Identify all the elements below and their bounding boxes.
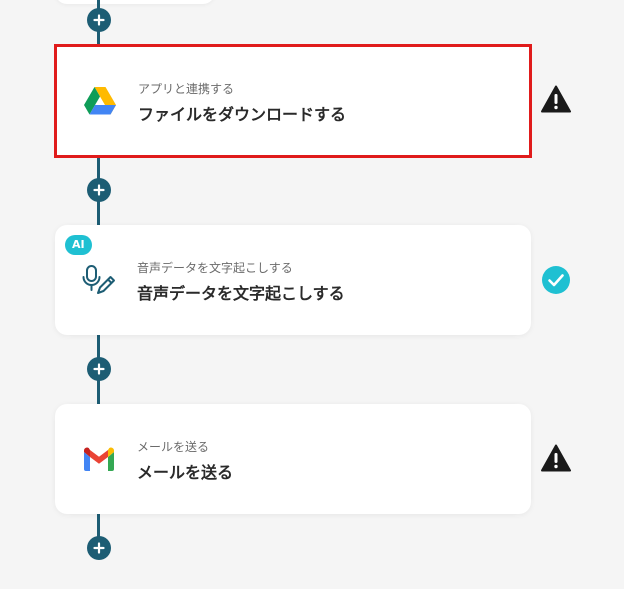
plus-icon bbox=[93, 363, 105, 375]
google-drive-icon bbox=[82, 85, 118, 117]
plus-icon bbox=[93, 14, 105, 26]
step-title: 音声データを文字起こしする bbox=[137, 284, 345, 303]
plus-icon bbox=[93, 542, 105, 554]
ai-badge: AI bbox=[65, 235, 92, 255]
step-subtitle: 音声データを文字起こしする bbox=[137, 261, 293, 275]
step-subtitle: アプリと連携する bbox=[138, 82, 235, 96]
microphone-pen-icon bbox=[81, 264, 117, 296]
step-subtitle: メールを送る bbox=[137, 440, 210, 454]
check-circle-icon[interactable] bbox=[540, 264, 572, 296]
step-title: メールを送る bbox=[137, 463, 234, 482]
add-step-button[interactable] bbox=[87, 357, 111, 381]
previous-step-card[interactable] bbox=[55, 0, 215, 4]
add-step-button[interactable] bbox=[87, 536, 111, 560]
step-card-send-mail[interactable]: メールを送る メールを送る bbox=[55, 404, 531, 514]
warning-icon[interactable] bbox=[540, 83, 572, 115]
add-step-button[interactable] bbox=[87, 8, 111, 32]
warning-icon[interactable] bbox=[540, 442, 572, 474]
step-title: ファイルをダウンロードする bbox=[138, 105, 347, 124]
gmail-icon bbox=[81, 443, 117, 475]
step-card-download-file[interactable]: アプリと連携する ファイルをダウンロードする bbox=[54, 44, 532, 158]
add-step-button[interactable] bbox=[87, 178, 111, 202]
plus-icon bbox=[93, 184, 105, 196]
step-card-transcribe-audio[interactable]: AI 音声データを文字起こしする 音声データを文字起こしする bbox=[55, 225, 531, 335]
